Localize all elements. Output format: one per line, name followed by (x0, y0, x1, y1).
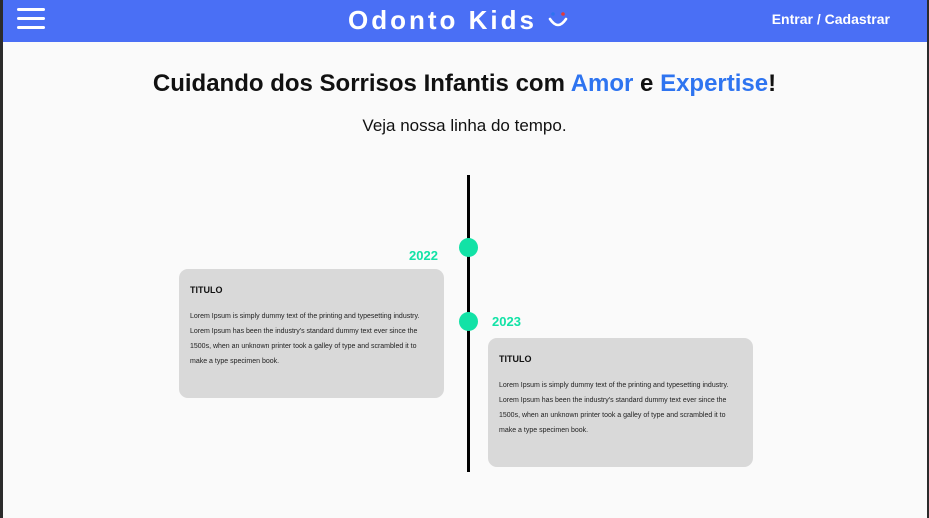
timeline-marker-2022 (459, 238, 478, 257)
timeline-card-text: Lorem Ipsum is simply dummy text of the … (499, 382, 729, 434)
timeline-year-2023: 2023 (492, 314, 521, 329)
timeline-card-2023: TITULO Lorem Ipsum is simply dummy text … (488, 338, 753, 467)
login-register-link[interactable]: Entrar / Cadastrar (772, 11, 890, 27)
brand-logo[interactable]: Odonto Kids (348, 3, 569, 37)
brand-name: Odonto Kids (348, 4, 537, 35)
timeline-marker-2023 (459, 312, 478, 331)
headline-text-end: ! (768, 70, 777, 97)
smile-icon (548, 12, 568, 27)
headline-text-mid: e (633, 70, 661, 97)
timeline-year-2022: 2022 (409, 248, 438, 263)
headline-text-start: Cuidando dos Sorrisos Infantis com (152, 70, 571, 97)
headline-accent-expertise: Expertise (660, 70, 769, 97)
headline-accent-love: Amor (570, 70, 634, 97)
timeline-card-2022: TITULO Lorem Ipsum is simply dummy text … (179, 269, 444, 398)
timeline-card-title: TITULO (190, 285, 223, 295)
top-navbar: Odonto Kids Entrar / Cadastrar (3, 0, 927, 42)
hamburger-menu-icon[interactable] (17, 8, 45, 30)
page-headline: Cuidando dos Sorrisos Infantis com Amor … (0, 70, 929, 98)
timeline-card-text: Lorem Ipsum is simply dummy text of the … (190, 313, 420, 365)
timeline-card-title: TITULO (499, 354, 532, 364)
page-subtitle: Veja nossa linha do tempo. (362, 116, 567, 135)
